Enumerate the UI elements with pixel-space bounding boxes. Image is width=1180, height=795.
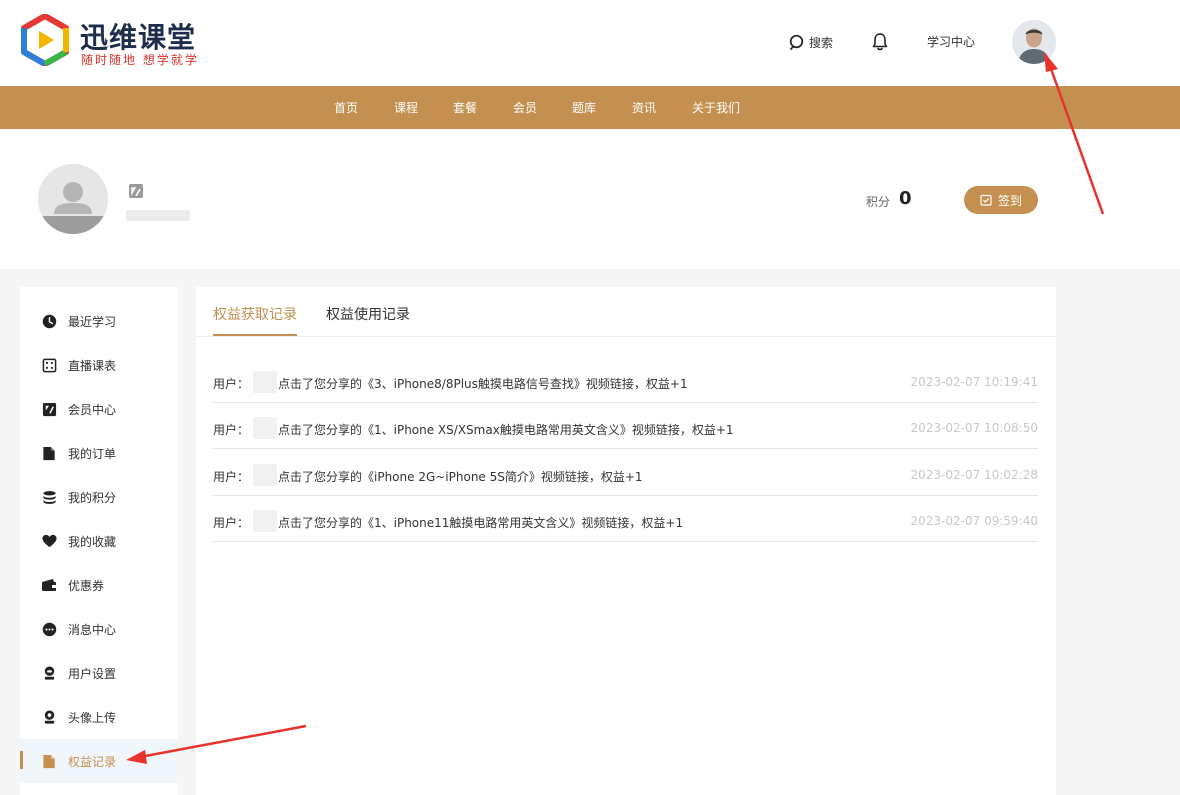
record-text: 点击了您分享的《3、iPhone8/8Plus触摸电路信号查找》视频链接，权益+… [278,377,688,391]
clock-icon [42,314,56,328]
sidebar-item-label: 头像上传 [68,710,117,725]
nav-question-bank[interactable]: 题库 [572,99,596,116]
sign-in-label: 签到 [997,193,1022,208]
record-user-label: 用户： [213,470,250,484]
main-nav: 首页 课程 套餐 会员 题库 资讯 关于我们 [0,86,1180,129]
nav-membership[interactable]: 会员 [513,99,537,116]
sidebar-item-my-favorites[interactable]: 我的收藏 [20,519,178,563]
points-value: 0 [899,188,912,209]
record-username-redacted [253,417,277,439]
record-text: 点击了您分享的《1、iPhone11触摸电路常用英文含义》视频链接，权益+1 [278,516,684,530]
sign-in-button[interactable]: 签到 [964,186,1038,214]
record-user-label: 用户： [213,377,250,391]
record-row: 用户： 点击了您分享的《3、iPhone8/8Plus触摸电路信号查找》视频链接… [213,357,1038,403]
sidebar-item-member-center[interactable]: 会员中心 [20,387,178,431]
sidebar-item-coupons[interactable]: 优惠券 [20,563,178,607]
vip-icon [42,402,56,416]
username-redacted [126,210,190,221]
study-center-link[interactable]: 学习中心 [927,33,975,50]
active-tab-indicator [213,334,297,336]
document-icon [43,446,55,460]
logo-slogan: 随时随地 想学就学 [81,53,199,67]
wallet-icon [42,579,56,591]
coins-icon [42,490,56,504]
calendar-icon [42,358,56,372]
header-search[interactable]: 搜索 [789,32,833,52]
sidebar-item-my-points[interactable]: 我的积分 [20,475,178,519]
header-avatar[interactable] [1012,20,1056,64]
nav-packages[interactable]: 套餐 [453,99,477,116]
search-label: 搜索 [809,35,834,50]
record-username-redacted [253,371,277,393]
record-row: 用户： 点击了您分享的《1、iPhone11触摸电路常用英文含义》视频链接，权益… [213,496,1038,542]
user-sidebar: 最近学习 直播课表 会员中心 我的订单 我的积分 我的收藏 优惠券 消息中心 用… [20,287,178,795]
record-time: 2023-02-07 09:59:40 [910,514,1038,528]
record-row: 用户： 点击了您分享的《iPhone 2G~iPhone 5S简介》视频链接，权… [213,450,1038,496]
profile-avatar[interactable] [38,164,108,234]
record-time: 2023-02-07 10:19:41 [910,375,1038,389]
sidebar-item-label: 会员中心 [68,402,117,417]
top-header: 迅维课堂 随时随地 想学就学 搜索 学习中心 [0,0,1180,86]
record-text: 点击了您分享的《iPhone 2G~iPhone 5S简介》视频链接，权益+1 [278,470,643,484]
chat-icon [42,622,56,636]
nav-news[interactable]: 资讯 [632,99,656,116]
tab-rights-acquired[interactable]: 权益获取记录 [213,304,297,324]
sidebar-item-rights-records[interactable]: 权益记录 [20,739,178,783]
site-logo[interactable]: 迅维课堂 随时随地 想学就学 [20,14,220,70]
nav-about-us[interactable]: 关于我们 [692,99,740,116]
sidebar-item-label: 我的积分 [68,490,117,505]
sidebar-item-recent-learning[interactable]: 最近学习 [20,299,178,343]
sidebar-item-message-center[interactable]: 消息中心 [20,607,178,651]
vip-badge-icon [129,184,143,198]
sidebar-item-label: 优惠券 [68,578,105,593]
sidebar-item-live-schedule[interactable]: 直播课表 [20,343,178,387]
sidebar-item-label: 我的收藏 [68,534,117,549]
record-row: 用户： 点击了您分享的《1、iPhone XS/XSmax触摸电路常用英文含义》… [213,403,1038,449]
record-username-redacted [253,510,277,532]
nav-courses[interactable]: 课程 [394,99,418,116]
user-avatar-icon [1012,20,1056,64]
record-user-label: 用户： [213,423,250,437]
record-text: 点击了您分享的《1、iPhone XS/XSmax触摸电路常用英文含义》视频链接… [278,423,734,437]
checkbox-calendar-icon [980,194,992,206]
logo-title: 迅维课堂 [80,21,197,54]
sidebar-item-my-orders[interactable]: 我的订单 [20,431,178,475]
record-user-label: 用户： [213,516,250,530]
sidebar-item-label: 最近学习 [68,314,117,329]
sidebar-item-user-settings[interactable]: 用户设置 [20,651,178,695]
sidebar-item-label: 消息中心 [68,622,117,637]
rights-records-panel: 权益获取记录 权益使用记录 用户： 点击了您分享的《3、iPhone8/8Plu… [196,287,1056,795]
sidebar-item-label: 直播课表 [68,358,117,373]
sidebar-item-label: 我的订单 [68,446,117,461]
user-icon [44,666,54,680]
record-time: 2023-02-07 10:08:50 [910,421,1038,435]
search-icon [789,34,804,50]
bell-icon[interactable] [871,32,889,52]
default-avatar-icon [38,164,108,234]
profile-summary: 积分 0 签到 [0,129,1180,269]
avatar-upload-icon [44,710,54,724]
sidebar-item-label: 用户设置 [68,666,117,681]
records-tabs: 权益获取记录 权益使用记录 [196,287,1056,337]
record-username-redacted [253,464,277,486]
points-label: 积分 [866,195,891,209]
nav-home[interactable]: 首页 [334,99,358,116]
record-time: 2023-02-07 10:02:28 [910,468,1038,482]
record-icon [43,754,55,768]
sidebar-item-label: 权益记录 [68,754,117,769]
heart-icon [41,534,57,548]
tab-rights-used[interactable]: 权益使用记录 [326,304,410,324]
logo-play-icon [21,14,69,66]
sidebar-item-avatar-upload[interactable]: 头像上传 [20,695,178,739]
